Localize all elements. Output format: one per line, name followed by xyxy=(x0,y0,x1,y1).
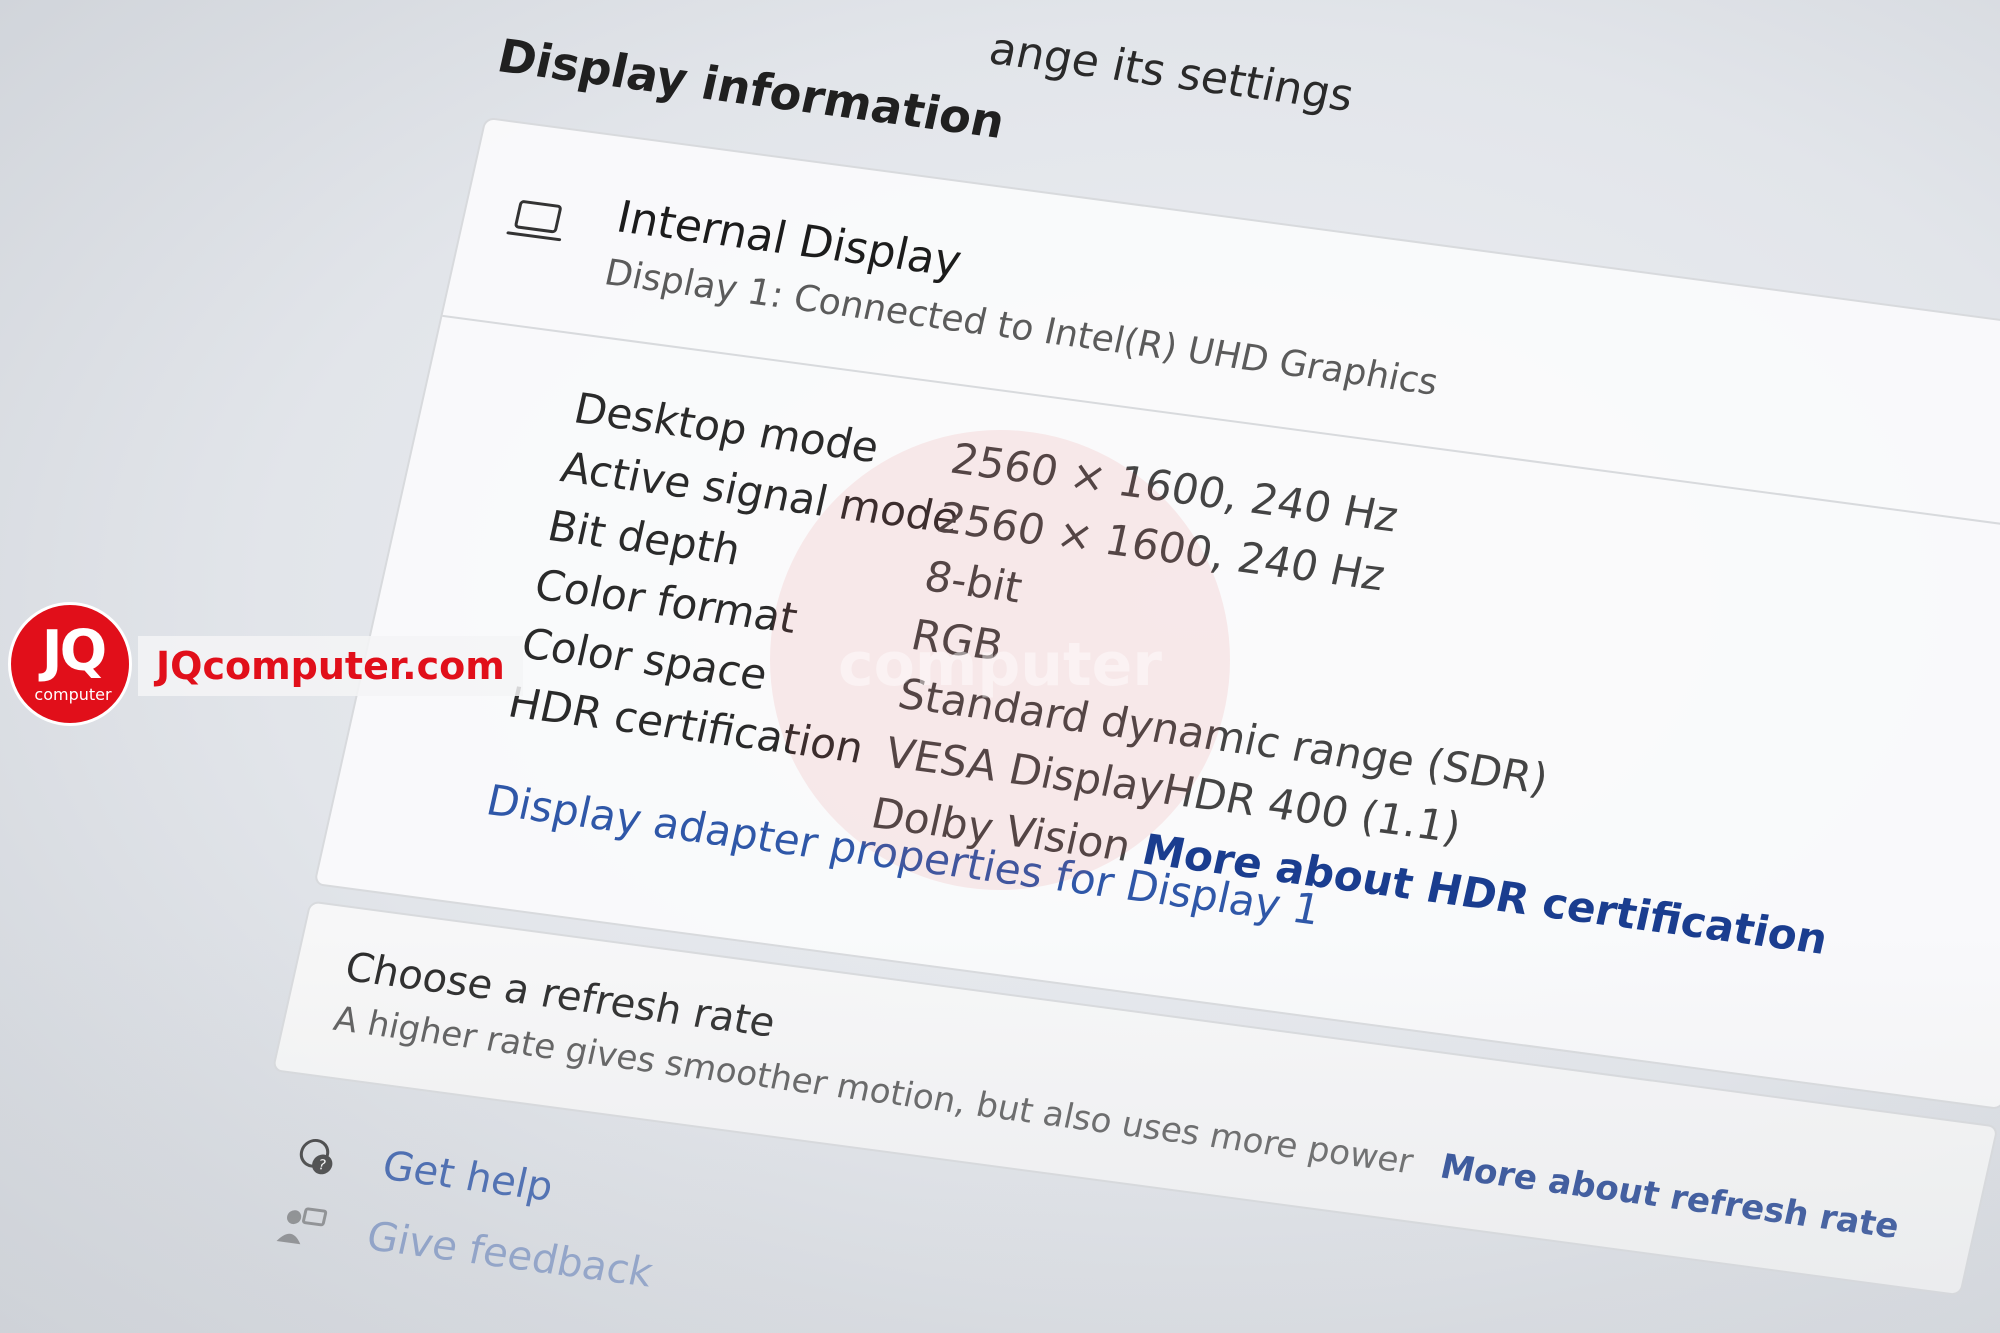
info-row-desktop-mode: Desktop mode 2560 × 1600, 240 Hz xyxy=(566,384,1403,542)
info-row-bit-depth: Bit depth 8-bit xyxy=(540,501,1026,612)
feedback-icon xyxy=(276,1207,328,1245)
settings-page: ange its settings Display information In… xyxy=(271,0,2000,1297)
brand-logo: JQ computer JQcomputer.com xyxy=(8,602,523,726)
screen: ange its settings Display information In… xyxy=(0,0,2000,1333)
laptop-icon xyxy=(506,200,562,242)
info-value: 8-bit xyxy=(920,551,1027,613)
help-icon: ? xyxy=(299,1138,333,1175)
get-help-link[interactable]: ? Get help xyxy=(299,1138,558,1211)
give-feedback-label: Give feedback xyxy=(362,1213,657,1297)
info-row-active-signal-mode: Active signal mode 2560 × 1600, 240 Hz xyxy=(553,442,1390,600)
info-row-color-format: Color format RGB xyxy=(527,560,1007,670)
info-value: RGB xyxy=(906,610,1008,671)
refresh-rate-description: A higher rate gives smoother motion, but… xyxy=(330,999,1417,1183)
logo-circle: JQ computer xyxy=(8,602,132,726)
more-about-refresh-rate-link[interactable]: More about refresh rate xyxy=(1437,1147,1903,1247)
logo-mark: JQ xyxy=(41,619,107,684)
give-feedback-link[interactable]: Give feedback xyxy=(276,1207,657,1297)
breadcrumb-tail: ange its settings xyxy=(984,23,1359,122)
logo-small-text: computer xyxy=(34,685,112,704)
logo-site-name: JQcomputer.com xyxy=(138,636,523,696)
info-label: HDR certification xyxy=(504,677,869,773)
get-help-label: Get help xyxy=(378,1142,558,1211)
display-connection-subtitle: Display 1: Connected to Intel(R) UHD Gra… xyxy=(600,252,1442,404)
